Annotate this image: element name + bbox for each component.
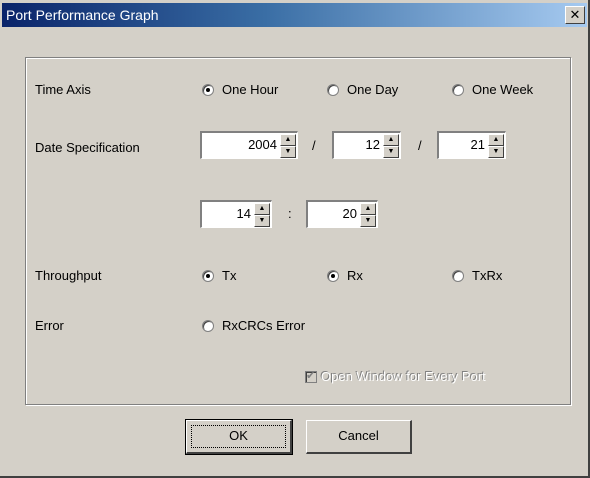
cancel-button[interactable]: Cancel xyxy=(306,420,412,454)
radio-indicator xyxy=(202,270,214,282)
spin-down-icon[interactable]: ▼ xyxy=(254,215,270,227)
focus-rectangle xyxy=(191,425,286,448)
spin-down-icon[interactable]: ▼ xyxy=(488,146,504,158)
month-spinner[interactable]: 12 ▲ ▼ xyxy=(332,131,401,159)
radio-indicator xyxy=(202,84,214,96)
dialog-window: Port Performance Graph ✕ Time Axis One H… xyxy=(0,0,590,478)
date-separator: / xyxy=(312,138,316,153)
radio-indicator xyxy=(327,84,339,96)
radio-one-hour[interactable]: One Hour xyxy=(202,82,278,98)
throughput-rx[interactable]: Rx xyxy=(327,268,363,284)
ok-button[interactable]: OK xyxy=(185,419,293,455)
spin-up-icon[interactable]: ▲ xyxy=(488,134,504,146)
throughput-tx[interactable]: Tx xyxy=(202,268,236,284)
minute-value: 20 xyxy=(342,206,357,221)
spin-up-icon[interactable]: ▲ xyxy=(280,134,296,146)
throughput-label: Throughput xyxy=(35,268,102,283)
close-icon: ✕ xyxy=(569,7,581,22)
radio-indicator xyxy=(327,270,339,282)
spin-down-icon[interactable]: ▼ xyxy=(280,146,296,158)
close-button[interactable]: ✕ xyxy=(565,6,585,24)
spin-up-icon[interactable]: ▲ xyxy=(383,134,399,146)
title-bar[interactable]: Port Performance Graph ✕ xyxy=(2,3,587,27)
radio-one-week[interactable]: One Week xyxy=(452,82,533,98)
month-value: 12 xyxy=(365,137,380,152)
day-spinner[interactable]: 21 ▲ ▼ xyxy=(437,131,506,159)
year-value: 2004 xyxy=(248,137,277,152)
day-value: 21 xyxy=(470,137,485,152)
hour-value: 14 xyxy=(236,206,251,221)
rxcrcs-error-option[interactable]: RxCRCs Error xyxy=(202,318,305,334)
error-label: Error xyxy=(35,318,64,333)
time-axis-label: Time Axis xyxy=(35,82,91,97)
spin-down-icon[interactable]: ▼ xyxy=(360,215,376,227)
date-separator: / xyxy=(418,138,422,153)
spin-up-icon[interactable]: ▲ xyxy=(254,203,270,215)
open-window-checkbox: Open Window for Every Port xyxy=(305,369,486,384)
year-spinner[interactable]: 2004 ▲ ▼ xyxy=(200,131,298,159)
hour-spinner[interactable]: 14 ▲ ▼ xyxy=(200,200,272,228)
radio-indicator xyxy=(202,320,214,332)
throughput-txrx[interactable]: TxRx xyxy=(452,268,502,284)
spin-down-icon[interactable]: ▼ xyxy=(383,146,399,158)
radio-one-day[interactable]: One Day xyxy=(327,82,398,98)
minute-spinner[interactable]: 20 ▲ ▼ xyxy=(306,200,378,228)
settings-group xyxy=(25,57,571,405)
radio-indicator xyxy=(452,270,464,282)
radio-indicator xyxy=(452,84,464,96)
checkmark-icon xyxy=(305,369,317,383)
time-separator: : xyxy=(288,206,292,221)
spin-up-icon[interactable]: ▲ xyxy=(360,203,376,215)
date-spec-label: Date Specification xyxy=(35,140,140,155)
window-title: Port Performance Graph xyxy=(6,7,159,23)
